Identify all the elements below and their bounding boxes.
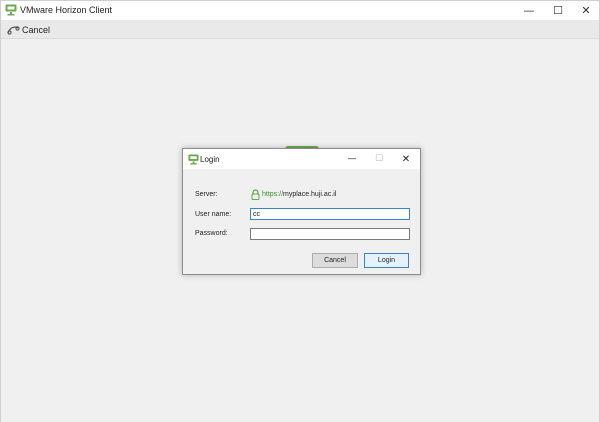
vmware-horizon-icon: [188, 154, 199, 165]
dialog-maximize-button: ☐: [374, 154, 384, 164]
lock-icon: [251, 189, 260, 200]
app-window: VMware Horizon Client — ☐ ✕ Cancel Login…: [0, 0, 600, 422]
password-label: Password:: [195, 230, 228, 237]
window-title: VMware Horizon Client: [20, 5, 113, 15]
server-url-host: myplace.huji.ac.il: [283, 191, 337, 198]
login-dialog: Login — ☐ ✕ Server: https://myplace.huji…: [182, 148, 421, 275]
close-button[interactable]: ✕: [566, 1, 600, 20]
cancel-connection-icon: [7, 26, 20, 35]
dialog-title-bar: Login — ☐ ✕: [183, 149, 420, 169]
dialog-close-button[interactable]: ✕: [392, 149, 420, 169]
server-url: https://myplace.huji.ac.il: [262, 191, 336, 198]
server-value: https://myplace.huji.ac.il: [251, 189, 336, 200]
vmware-horizon-icon: [5, 4, 17, 16]
dialog-minimize-button[interactable]: —: [338, 149, 366, 169]
dialog-title: Login: [200, 155, 220, 164]
server-url-scheme: https://: [262, 191, 284, 198]
server-label: Server:: [195, 191, 218, 198]
username-input[interactable]: [250, 208, 410, 220]
title-bar: VMware Horizon Client — ☐ ✕: [1, 1, 599, 20]
toolbar: Cancel: [1, 20, 599, 39]
login-button[interactable]: Login: [364, 253, 409, 268]
password-input[interactable]: [250, 228, 410, 240]
cancel-button[interactable]: Cancel: [312, 253, 358, 268]
toolbar-cancel-label: Cancel: [22, 24, 51, 35]
username-label: User name:: [195, 211, 232, 218]
toolbar-cancel-button[interactable]: Cancel: [7, 23, 50, 36]
